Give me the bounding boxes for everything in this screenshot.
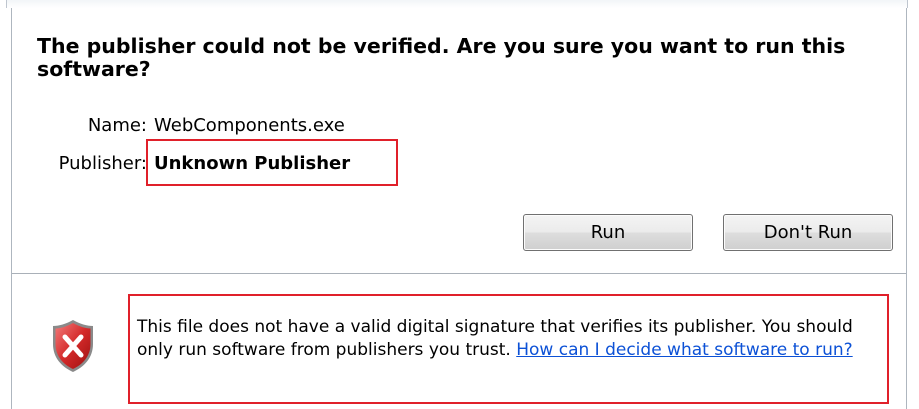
- dont-run-button[interactable]: Don't Run: [723, 214, 893, 251]
- name-value: WebComponents.exe: [154, 115, 345, 136]
- name-label: Name:: [87, 115, 147, 136]
- dialog-title: The publisher could not be verified. Are…: [37, 34, 846, 81]
- help-link[interactable]: How can I decide what software to run?: [516, 340, 852, 360]
- window-frame-top: [6, 0, 908, 8]
- warning-message: This file does not have a valid digital …: [137, 316, 877, 362]
- publisher-highlight-box: [146, 139, 398, 186]
- publisher-label: Publisher:: [58, 153, 147, 174]
- window-frame-right: [906, 8, 907, 409]
- shield-error-icon: [53, 320, 93, 372]
- run-button[interactable]: Run: [523, 214, 693, 251]
